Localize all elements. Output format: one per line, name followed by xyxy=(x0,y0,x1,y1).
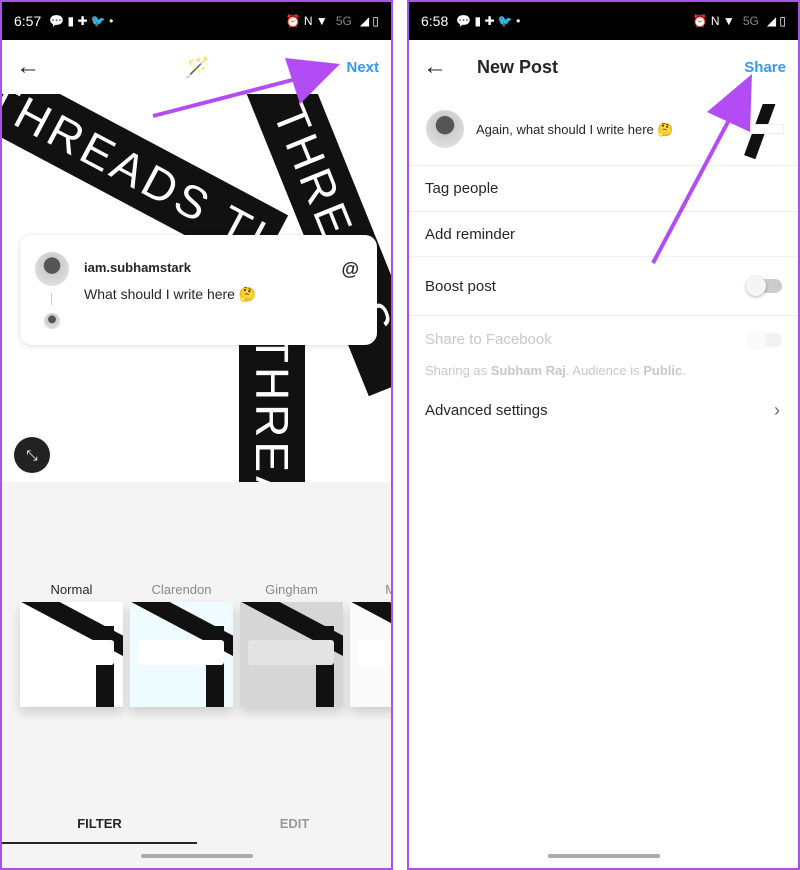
reply-avatar xyxy=(44,313,60,329)
magic-wand-icon[interactable]: 🪄 xyxy=(185,55,210,80)
post-thumbnail xyxy=(744,104,784,159)
chevron-right-icon: › xyxy=(774,399,780,420)
edit-screen: 6:57 💬 ▮ ✚ 🐦 • ⏰ N ▼ 5G ◢ ▯ ← 🪄 Next THR… xyxy=(0,0,393,870)
filter-thumb-clarendon[interactable] xyxy=(130,602,233,707)
avatar xyxy=(426,110,464,148)
signal-battery-icon: ◢ ▯ xyxy=(359,14,379,28)
sharing-mid: . Audience is xyxy=(565,363,644,378)
add-reminder-row[interactable]: Add reminder xyxy=(409,211,798,256)
tag-people-row[interactable]: Tag people xyxy=(409,165,798,211)
back-arrow-icon[interactable]: ← xyxy=(423,53,447,81)
header: ← New Post Share xyxy=(409,40,798,94)
expand-icon[interactable]: ⤡ xyxy=(14,437,50,473)
system-icons: ⏰ N ▼ xyxy=(285,14,328,28)
sharing-end: . xyxy=(682,363,686,378)
next-button[interactable]: Next xyxy=(346,59,379,76)
status-bar: 6:58 💬 ▮ ✚ 🐦 • ⏰ N ▼ 5G ◢ ▯ xyxy=(409,2,798,40)
username: iam.subhamstark xyxy=(84,260,191,275)
boost-post-row: Boost post xyxy=(409,256,798,315)
notification-icons: 💬 ▮ ✚ 🐦 • xyxy=(49,14,114,28)
nav-handle[interactable] xyxy=(547,854,660,858)
system-icons: ⏰ N ▼ xyxy=(692,14,735,28)
share-facebook-toggle[interactable] xyxy=(746,329,782,350)
filter-thumb-gingham[interactable] xyxy=(240,602,343,707)
status-time: 6:57 xyxy=(14,13,42,29)
boost-post-toggle[interactable] xyxy=(746,276,782,296)
filter-thumb-moon[interactable] xyxy=(350,602,391,707)
post-text: What should I write here 🤔 xyxy=(84,286,257,302)
back-arrow-icon[interactable]: ← xyxy=(16,53,40,81)
header: ← 🪄 Next xyxy=(2,40,391,94)
sharing-name: Subham Raj xyxy=(490,363,566,378)
filter-thumb-normal[interactable] xyxy=(20,602,123,707)
avatar xyxy=(35,252,69,286)
bottom-tabs: FILTER EDIT xyxy=(2,808,391,868)
network-label: 5G xyxy=(335,14,352,28)
filter-label-normal[interactable]: Normal xyxy=(20,582,123,597)
share-button[interactable]: Share xyxy=(744,59,786,76)
sharing-prefix: Sharing as xyxy=(425,363,491,378)
network-label: 5G xyxy=(742,14,759,28)
filter-label-gingham[interactable]: Gingham xyxy=(240,582,343,597)
status-time: 6:58 xyxy=(421,13,449,29)
caption-input[interactable]: Again, what should I write here 🤔 xyxy=(476,122,674,138)
boost-post-label: Boost post xyxy=(425,277,496,295)
tab-edit[interactable]: EDIT xyxy=(197,816,391,831)
threads-post-card: iam.subhamstark What should I write here… xyxy=(20,235,377,345)
filter-label-moon[interactable]: Moon xyxy=(350,582,391,597)
advanced-settings-row[interactable]: Advanced settings › xyxy=(409,388,798,432)
signal-battery-icon: ◢ ▯ xyxy=(766,14,786,28)
threads-logo-icon: @ xyxy=(341,259,359,279)
sharing-audience: Public xyxy=(643,363,683,378)
nav-handle[interactable] xyxy=(140,854,253,858)
notification-icons: 💬 ▮ ✚ 🐦 • xyxy=(456,14,521,28)
page-title: New Post xyxy=(477,56,559,77)
filter-label-clarendon[interactable]: Clarendon xyxy=(130,582,233,597)
sharing-info: Sharing as Subham Raj. Audience is Publi… xyxy=(425,363,686,378)
active-tab-indicator xyxy=(2,842,197,844)
share-facebook-label: Share to Facebook xyxy=(425,331,552,348)
status-bar: 6:57 💬 ▮ ✚ 🐦 • ⏰ N ▼ 5G ◢ ▯ xyxy=(2,2,391,40)
tab-filter[interactable]: FILTER xyxy=(2,816,197,831)
new-post-screen: 6:58 💬 ▮ ✚ 🐦 • ⏰ N ▼ 5G ◢ ▯ ← New Post S… xyxy=(407,0,800,870)
share-facebook-row: Share to Facebook xyxy=(409,315,798,363)
advanced-settings-label: Advanced settings xyxy=(425,401,548,419)
